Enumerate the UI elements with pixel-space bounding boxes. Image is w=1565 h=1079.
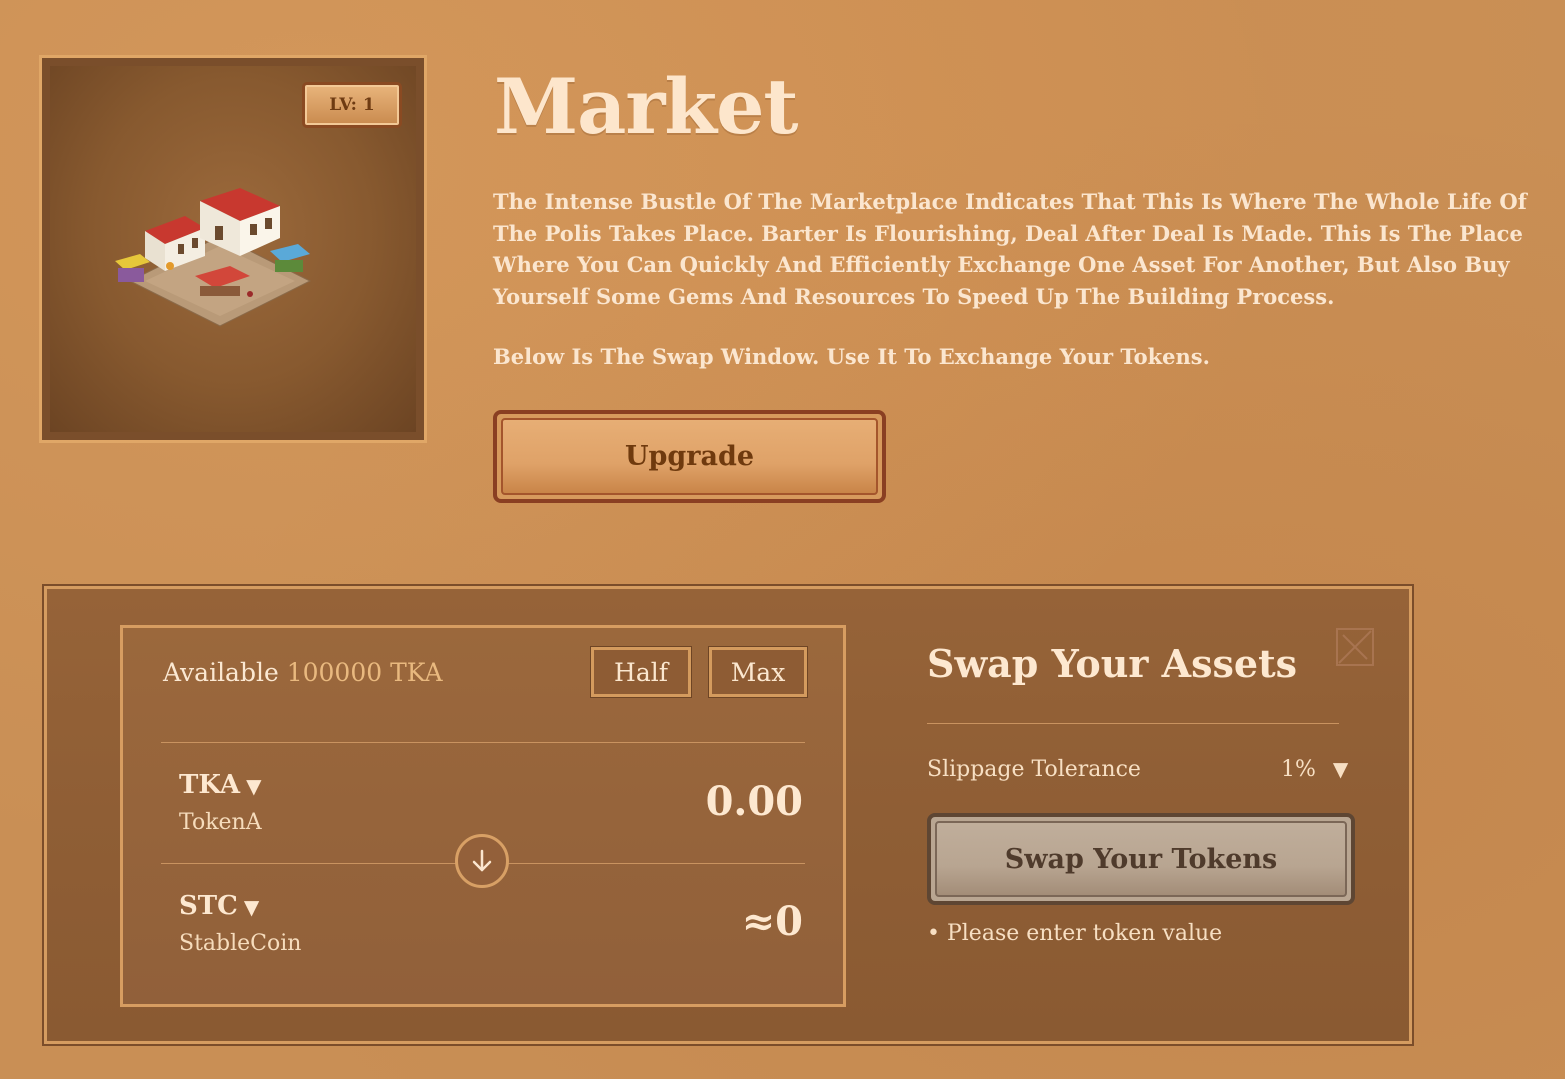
from-amount-input[interactable]: 0.00 — [706, 778, 803, 825]
validation-message: • Please enter token value — [927, 921, 1223, 946]
swap-tokens-button-label: Swap Your Tokens — [935, 821, 1347, 897]
half-button[interactable]: Half — [590, 646, 692, 698]
divider — [161, 742, 805, 743]
divider — [927, 723, 1339, 724]
from-token-name: TokenA — [179, 810, 262, 835]
available-balance: Available 100000 TKA — [163, 658, 443, 687]
building-image-card: LV: 1 — [39, 55, 427, 443]
upgrade-button[interactable]: Upgrade — [493, 410, 886, 503]
swap-heading: Swap Your Assets — [927, 641, 1298, 686]
swap-panel: Available 100000 TKA Half Max TKA ▼ Token… — [42, 584, 1414, 1046]
to-amount-estimate: ≈0 — [741, 898, 803, 945]
caret-down-icon: ▼ — [1332, 757, 1349, 781]
caret-down-icon: ▼ — [243, 895, 260, 919]
close-icon[interactable] — [1335, 627, 1375, 667]
slippage-label: Slippage Tolerance — [927, 757, 1141, 782]
available-prefix: Available — [163, 658, 279, 687]
to-token-selector[interactable]: STC ▼ — [179, 891, 259, 921]
arrow-down-icon — [472, 849, 492, 872]
slippage-select[interactable]: 1% ▼ — [1281, 757, 1348, 782]
building-description: The Intense Bustle Of The Marketplace In… — [493, 189, 1527, 309]
market-building-illustration — [115, 188, 312, 327]
swap-tokens-button[interactable]: Swap Your Tokens — [927, 813, 1355, 905]
to-token-name: StableCoin — [179, 931, 302, 956]
swap-hint-text: Below Is The Swap Window. Use It To Exch… — [493, 344, 1210, 369]
page-title: Market — [494, 62, 799, 151]
level-badge: LV: 1 — [302, 82, 402, 128]
available-amount: 100000 TKA — [286, 658, 443, 687]
to-token-symbol: STC — [179, 891, 238, 921]
from-token-selector[interactable]: TKA ▼ — [179, 770, 261, 800]
upgrade-button-label: Upgrade — [501, 418, 878, 495]
max-button[interactable]: Max — [708, 646, 808, 698]
caret-down-icon: ▼ — [246, 774, 262, 798]
swap-form: Available 100000 TKA Half Max TKA ▼ Token… — [120, 625, 846, 1007]
swap-direction-button[interactable] — [455, 834, 509, 888]
slippage-value: 1% — [1281, 757, 1316, 782]
from-token-symbol: TKA — [179, 770, 241, 800]
